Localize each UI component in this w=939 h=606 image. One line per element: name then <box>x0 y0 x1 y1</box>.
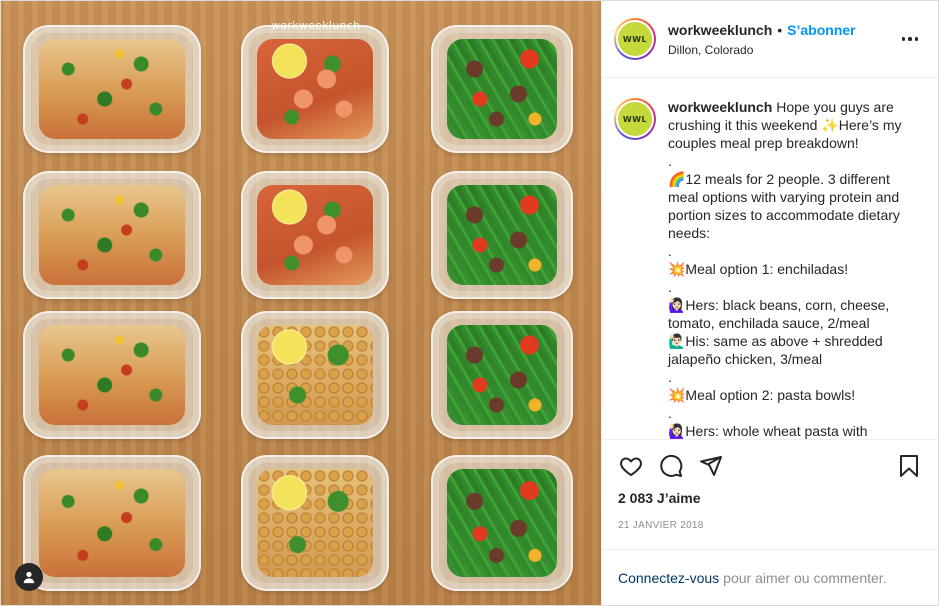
veggie-meal <box>447 39 557 139</box>
meal-container <box>241 311 389 439</box>
shrimp-meal <box>257 185 373 285</box>
caption-username-link[interactable]: workweeklunch <box>668 99 772 115</box>
post-side-panel: WWL workweeklunch • S’abonner Dillon, Co… <box>601 1 938 605</box>
meal-container <box>23 311 201 439</box>
caption-text: Hope you guys are crushing it this weeke… <box>668 99 902 439</box>
post-date[interactable]: 21 janvier 2018 <box>618 520 922 531</box>
separator-dot: • <box>777 21 783 38</box>
veggie-meal <box>447 185 557 285</box>
avatar[interactable]: WWL <box>614 18 656 60</box>
caption-avatar-text: WWL <box>616 100 654 138</box>
likes-count[interactable]: 2 083 J’aime <box>618 490 922 506</box>
username-link[interactable]: workweeklunch <box>668 22 772 38</box>
meal-container <box>431 311 573 439</box>
meal-container <box>23 171 201 299</box>
post-photo[interactable]: workweeklunch <box>1 1 601 605</box>
enchilada-meal <box>39 469 185 577</box>
veggie-meal <box>447 469 557 577</box>
caption: workweeklunch Hope you guys are crushing … <box>668 98 918 439</box>
enchilada-meal <box>39 325 185 425</box>
login-prompt: Connectez-vous pour aimer ou commenter. <box>602 549 938 605</box>
caption-avatar[interactable]: WWL <box>614 98 656 140</box>
photo-watermark: workweeklunch <box>271 19 361 32</box>
enchilada-meal <box>39 39 185 139</box>
meal-container <box>241 455 389 591</box>
icon-row <box>618 448 922 484</box>
meal-container <box>241 171 389 299</box>
share-icon[interactable] <box>698 453 724 479</box>
login-suffix: pour aimer ou commenter. <box>723 569 887 586</box>
meal-container <box>431 455 573 591</box>
meal-container <box>241 25 389 153</box>
comment-icon[interactable] <box>658 453 684 479</box>
veggie-meal <box>447 325 557 425</box>
header-text: workweeklunch • S’abonner Dillon, Colora… <box>668 22 898 57</box>
follow-button[interactable]: S’abonner <box>787 22 855 38</box>
instagram-post: workweeklunch WWL workweeklunch • S’abon… <box>0 0 939 606</box>
meal-container <box>431 171 573 299</box>
heart-icon[interactable] <box>618 453 644 479</box>
chickpea-meal <box>257 325 373 425</box>
action-bar: 2 083 J’aime 21 janvier 2018 <box>602 439 938 531</box>
bookmark-icon[interactable] <box>896 453 922 479</box>
meal-container <box>23 455 201 591</box>
login-link[interactable]: Connectez-vous <box>618 570 719 586</box>
chickpea-meal <box>257 469 373 577</box>
location-link[interactable]: Dillon, Colorado <box>668 43 898 57</box>
post-header: WWL workweeklunch • S’abonner Dillon, Co… <box>602 1 938 78</box>
meal-container <box>23 25 201 153</box>
caption-area: WWL workweeklunch Hope you guys are crush… <box>602 78 938 439</box>
more-options-icon[interactable] <box>898 27 922 51</box>
meal-container <box>431 25 573 153</box>
enchilada-meal <box>39 185 185 285</box>
tagged-user-icon[interactable] <box>15 563 43 591</box>
avatar-text: WWL <box>616 20 654 58</box>
shrimp-meal <box>257 39 373 139</box>
